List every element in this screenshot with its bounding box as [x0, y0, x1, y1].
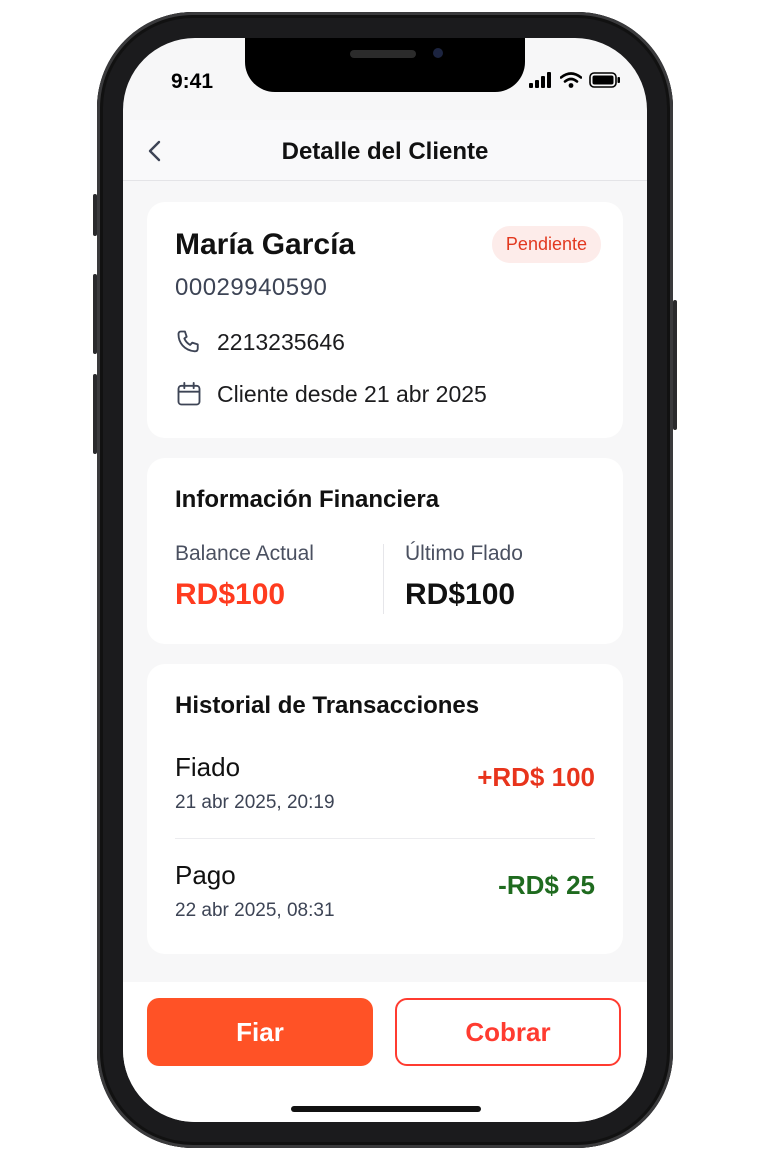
home-indicator[interactable] [291, 1106, 481, 1112]
transaction-amount: +RD$ 100 [477, 762, 595, 792]
phone-frame: 9:41 Detalle del Cliente María García Pe… [93, 12, 677, 1148]
battery-icon [589, 72, 620, 88]
screen: 9:41 Detalle del Cliente María García Pe… [123, 38, 647, 1122]
history-card: Historial de Transacciones Fiado 21 abr … [147, 664, 623, 954]
client-name: María García [175, 228, 356, 261]
balance-label: Balance Actual [175, 542, 314, 565]
wifi-icon [560, 72, 582, 88]
transaction-type: Pago [175, 860, 236, 890]
transaction-date: 21 abr 2025, 20:19 [175, 792, 335, 813]
fiar-button[interactable]: Fiar [147, 998, 373, 1066]
status-badge: Pendiente [491, 226, 601, 263]
speaker [350, 50, 416, 58]
last-credit-value: RD$100 [405, 578, 516, 611]
page-title: Detalle del Cliente [281, 138, 489, 165]
signal-icon [529, 72, 551, 88]
financial-divider [383, 544, 384, 614]
financial-title: Información Financiera [175, 486, 440, 513]
status-icons [529, 72, 621, 88]
since-row: Cliente desde 21 abr 2025 [175, 380, 487, 408]
client-phone: 2213235646 [217, 328, 345, 355]
list-divider [175, 838, 595, 839]
navbar: Detalle del Cliente [123, 120, 647, 181]
mute-switch [93, 194, 97, 236]
cobrar-button[interactable]: Cobrar [395, 998, 621, 1066]
client-card: María García Pendiente 00029940590 22132… [147, 202, 623, 438]
volume-down-button [93, 374, 97, 454]
front-camera [433, 48, 443, 58]
status-time: 9:41 [171, 70, 214, 93]
history-title: Historial de Transacciones [175, 692, 480, 719]
volume-up-button [93, 274, 97, 354]
transaction-date: 22 abr 2025, 08:31 [175, 900, 335, 921]
balance-value: RD$100 [175, 578, 286, 611]
transaction-type: Fiado [175, 752, 241, 782]
bottom-action-bar: Fiar Cobrar [123, 982, 647, 1122]
financial-card: Información Financiera Balance Actual RD… [147, 458, 623, 644]
client-since: Cliente desde 21 abr 2025 [217, 380, 487, 407]
transaction-amount: -RD$ 25 [498, 870, 595, 900]
last-credit-label: Último Flado [405, 542, 523, 565]
client-id-number: 00029940590 [175, 274, 328, 301]
phone-icon [177, 330, 199, 353]
calendar-icon [177, 381, 201, 406]
phone-row[interactable]: 2213235646 [175, 328, 345, 356]
notch [245, 38, 525, 92]
power-button [673, 300, 677, 430]
